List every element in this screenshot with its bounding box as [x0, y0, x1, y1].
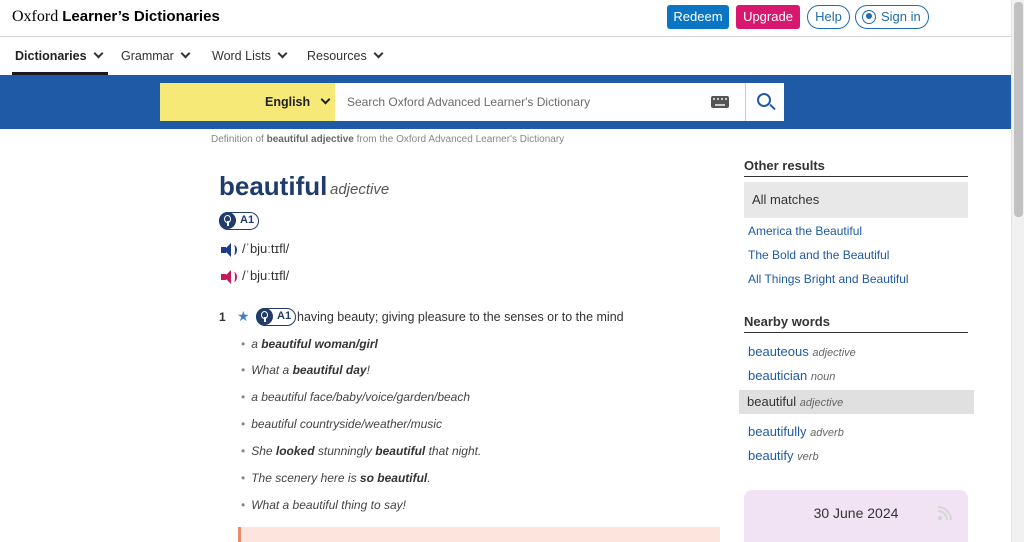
vertical-scrollbar[interactable]	[1011, 0, 1024, 542]
sense-level-label: A1	[277, 310, 292, 322]
nav-word-lists-label: Word Lists	[212, 49, 271, 63]
nearby-word-link[interactable]: beautify verb	[748, 448, 819, 463]
search-input[interactable]	[335, 83, 745, 121]
pronunciation-british: /ˈbjuːtɪfl/	[221, 241, 290, 258]
nav-resources-label: Resources	[307, 49, 367, 63]
example-sentence: a beautiful face/baby/voice/garden/beach	[241, 390, 470, 404]
definition-source-line: Definition of beautiful adjective from t…	[211, 134, 564, 145]
chevron-down-icon	[277, 48, 288, 59]
nav-grammar[interactable]: Grammar	[121, 48, 191, 63]
example-sentence: The scenery here is so beautiful.	[241, 471, 430, 485]
speaker-icon-british[interactable]	[221, 243, 238, 258]
sign-in-button[interactable]: Sign in	[855, 5, 929, 29]
upgrade-button[interactable]: Upgrade	[736, 5, 800, 29]
nav-word-lists[interactable]: Word Lists	[212, 48, 288, 63]
oxford-key-icon	[256, 308, 273, 325]
top-header: Oxford Learner’s Dictionaries Redeem Upg…	[0, 0, 1011, 37]
sense-level-badge[interactable]: A1	[256, 308, 297, 326]
level-label: A1	[240, 214, 255, 226]
other-result-link[interactable]: The Bold and the Beautiful	[748, 248, 889, 262]
keyboard-icon[interactable]	[711, 96, 729, 108]
divider	[744, 332, 968, 333]
rss-icon[interactable]	[938, 506, 952, 520]
help-button[interactable]: Help	[807, 5, 850, 29]
nav-grammar-label: Grammar	[121, 49, 174, 63]
language-select[interactable]: English	[160, 83, 335, 121]
phonetic-british: /ˈbjuːtɪfl/	[242, 241, 290, 256]
nav-resources[interactable]: Resources	[307, 48, 384, 63]
phonetic-american: /ˈbjuːtɪfl/	[242, 268, 290, 283]
nav-dictionaries-label: Dictionaries	[15, 49, 87, 63]
sign-in-label: Sign in	[881, 9, 921, 24]
logo-oxford: Oxford	[12, 8, 63, 25]
extra-examples-box	[238, 527, 720, 542]
nearby-word-link[interactable]: beautifully adverb	[748, 424, 844, 439]
nearby-word-current[interactable]: beautiful adjective	[739, 390, 974, 414]
example-sentence: a beautiful woman/girl	[241, 337, 378, 351]
user-icon	[862, 10, 876, 24]
search-icon-handle	[769, 103, 776, 111]
nearby-words-title: Nearby words	[744, 314, 830, 329]
chevron-down-icon	[93, 48, 104, 59]
speaker-icon-american[interactable]	[221, 270, 238, 285]
scrollbar-thumb[interactable]	[1014, 2, 1023, 217]
def-term: beautiful adjective	[266, 134, 354, 145]
part-of-speech: adjective	[330, 181, 390, 198]
chevron-down-icon	[373, 48, 384, 59]
search-button[interactable]	[745, 83, 784, 121]
word-of-the-day-card[interactable]: 30 June 2024	[744, 490, 968, 542]
example-sentence: She looked stunningly beautiful that nig…	[241, 444, 481, 458]
sense-number: 1	[219, 310, 226, 324]
example-sentence: What a beautiful day!	[241, 363, 370, 377]
all-matches-button[interactable]: All matches	[744, 182, 968, 218]
main-nav: Dictionaries Grammar Word Lists Resource…	[0, 37, 1011, 75]
oxford-key-icon	[219, 212, 236, 229]
language-label: English	[265, 95, 311, 109]
other-result-link[interactable]: America the Beautiful	[748, 224, 862, 238]
nav-dictionaries[interactable]: Dictionaries	[15, 48, 104, 63]
def-suffix: from the Oxford Advanced Learner's Dicti…	[353, 134, 565, 145]
nearby-word-link[interactable]: beautician noun	[748, 368, 835, 383]
chevron-down-icon	[180, 48, 191, 59]
pronunciation-american: /ˈbjuːtɪfl/	[221, 268, 290, 285]
def-prefix: Definition of	[211, 134, 267, 145]
headword: beautiful	[219, 171, 328, 201]
word-of-the-day-date: 30 June 2024	[813, 505, 899, 521]
nearby-word-link[interactable]: beauteous adjective	[748, 344, 856, 359]
oxford-3000-badge[interactable]: A1	[219, 212, 260, 230]
logo-learners-dictionaries: Learner’s Dictionaries	[62, 8, 220, 25]
redeem-button[interactable]: Redeem	[667, 5, 729, 29]
sense-definition: having beauty; giving pleasure to the se…	[297, 310, 624, 324]
example-sentence: beautiful countryside/weather/music	[241, 417, 442, 431]
chevron-down-icon	[320, 94, 331, 105]
other-result-link[interactable]: All Things Bright and Beautiful	[748, 272, 909, 286]
other-results-title: Other results	[744, 158, 825, 173]
example-sentence: What a beautiful thing to say!	[241, 498, 406, 512]
divider	[744, 176, 968, 177]
star-icon: ★	[237, 308, 250, 324]
site-logo[interactable]: Oxford Learner’s Dictionaries	[12, 8, 220, 26]
